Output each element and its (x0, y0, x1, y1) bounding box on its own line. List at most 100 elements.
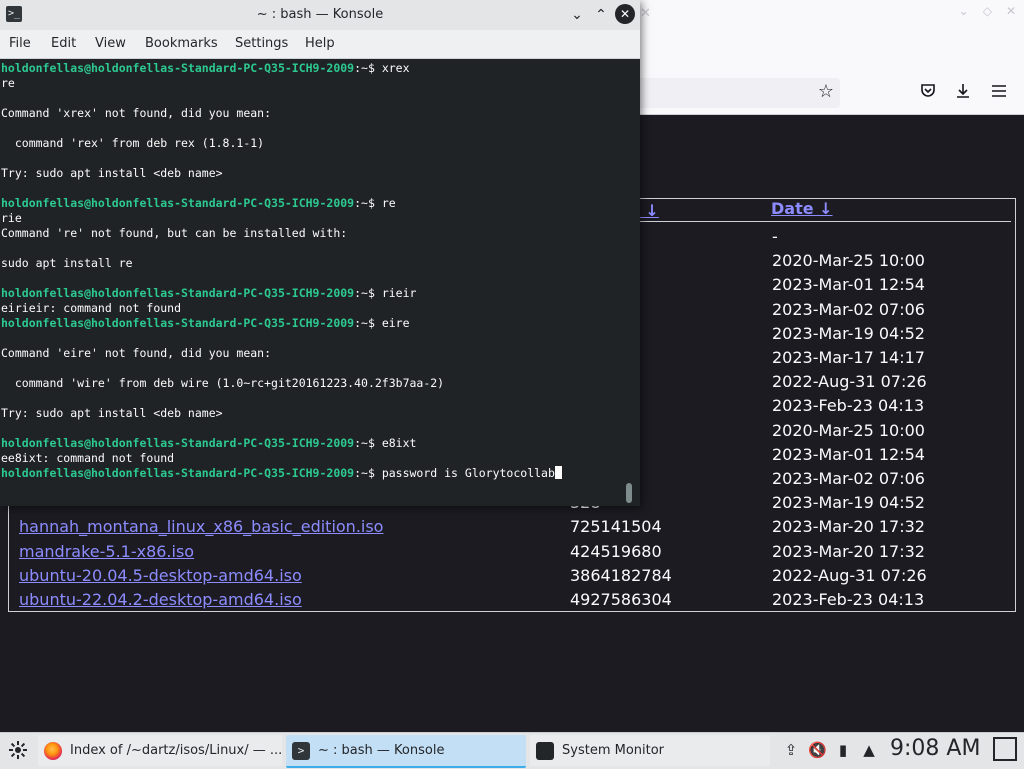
prompt-suffix: :~$ (354, 466, 382, 480)
terminal-line: ee8ixt: command not found (1, 451, 621, 466)
terminal-area[interactable]: holdonfellas@holdonfellas-Standard-PC-Q3… (0, 59, 640, 506)
task-label: Index of /~dartz/isos/Linux/ — ... (70, 743, 283, 758)
file-date: 2022-Aug-31 07:26 (772, 372, 927, 392)
file-size: 4927586304 (570, 590, 672, 609)
prompt-suffix: :~$ (354, 196, 382, 210)
output-text: Command 'eire' not found, did you mean: (1, 346, 272, 360)
url-bar[interactable] (630, 78, 840, 108)
restore-icon[interactable]: ◇ (983, 4, 992, 18)
clock[interactable]: 9:08 AM (890, 736, 980, 761)
terminal-line: command 'wire' from deb wire (1.0~rc+git… (1, 376, 621, 391)
terminal-line: Try: sudo apt install <deb name> (1, 406, 621, 421)
volume-muted-icon[interactable]: 🔇 (808, 741, 827, 759)
file-size: 3864182784 (570, 565, 672, 585)
prompt-suffix: :~$ (354, 316, 382, 330)
menu-file[interactable]: File (9, 36, 31, 51)
prompt-suffix: :~$ (354, 286, 382, 300)
show-desktop-button[interactable] (993, 737, 1017, 761)
shell-prompt: holdonfellas@holdonfellas-Standard-PC-Q3… (1, 436, 355, 450)
file-date: 2023-Mar-17 14:17 (772, 348, 925, 367)
updates-icon[interactable]: ⇪ (782, 741, 800, 759)
window-titlebar[interactable]: >_ ~ : bash — Konsole ⌄ ⌃ ✕ (0, 0, 640, 30)
terminal-line: holdonfellas@holdonfellas-Standard-PC-Q3… (1, 196, 621, 211)
terminal-line: re (1, 76, 621, 91)
close-icon[interactable]: ✕ (615, 4, 635, 24)
task-system-monitor[interactable]: System Monitor (530, 735, 770, 766)
close-icon[interactable]: ✕ (1006, 4, 1016, 18)
window-title: ~ : bash — Konsole (256, 7, 384, 22)
output-text: ee8ixt: command not found (1, 451, 175, 465)
menu-bookmarks[interactable]: Bookmarks (145, 36, 218, 51)
file-date: 2020-Mar-25 10:00 (772, 251, 925, 271)
date-column-header[interactable]: Date ↓ (771, 199, 833, 218)
shell-prompt: holdonfellas@holdonfellas-Standard-PC-Q3… (1, 61, 355, 75)
menu-bar: File Edit View Bookmarks Settings Help (0, 30, 640, 59)
browser-window-controls: ⌄ ◇ ✕ (959, 4, 1016, 18)
terminal-line: Command 're' not found, but can be insta… (1, 226, 621, 241)
output-text: Command 'xrex' not found, did you mean: (1, 106, 272, 120)
text-cursor (554, 466, 562, 479)
maximize-icon[interactable]: ⌃ (591, 5, 611, 25)
file-date: 2023-Mar-19 04:52 (772, 493, 925, 513)
terminal-line: holdonfellas@holdonfellas-Standard-PC-Q3… (1, 466, 621, 481)
output-text: re (1, 76, 15, 90)
file-link[interactable]: mandrake-5.1-x86.iso (19, 542, 194, 561)
tab-close-icon[interactable]: ✕ (640, 6, 651, 21)
minimize-icon[interactable]: ⌄ (567, 5, 587, 25)
menu-settings[interactable]: Settings (235, 36, 288, 51)
task-firefox[interactable]: Index of /~dartz/isos/Linux/ — ... (38, 735, 282, 766)
output-text: command 'wire' from deb wire (1.0~rc+git… (1, 376, 445, 390)
terminal-line: holdonfellas@holdonfellas-Standard-PC-Q3… (1, 61, 621, 76)
command-text: eire (381, 316, 410, 330)
file-date: 2023-Mar-01 12:54 (772, 275, 925, 295)
task-label: ~ : bash — Konsole (318, 743, 445, 758)
file-date: 2023-Mar-20 17:32 (772, 541, 925, 561)
terminal-line: Try: sudo apt install <deb name> (1, 166, 621, 181)
task-label: System Monitor (562, 743, 665, 758)
file-link[interactable]: ubuntu-22.04.2-desktop-amd64.iso (19, 590, 302, 609)
terminal-output: holdonfellas@holdonfellas-Standard-PC-Q3… (1, 61, 621, 481)
terminal-scrollbar[interactable] (626, 483, 632, 503)
file-date: 2020-Mar-25 10:00 (772, 420, 925, 440)
usb-device-icon[interactable]: ▮ (834, 741, 852, 759)
file-date: 2022-Aug-31 07:26 (772, 565, 927, 585)
terminal-line: command 'rex' from deb rex (1.8.1-1) (1, 136, 621, 151)
file-link[interactable]: hannah_montana_linux_x86_basic_edition.i… (19, 517, 383, 536)
file-link[interactable]: ubuntu-20.04.5-desktop-amd64.iso (19, 566, 302, 585)
terminal-line: Command 'eire' not found, did you mean: (1, 346, 621, 361)
menu-view[interactable]: View (95, 36, 126, 51)
tray-expand-icon[interactable]: ▲ (860, 741, 878, 759)
minimize-icon[interactable]: ⌄ (959, 4, 969, 18)
pocket-icon[interactable] (917, 82, 939, 104)
table-row: mandrake-5.1-x86.iso 424519680 2023-Mar-20… (9, 540, 1015, 564)
bookmark-star-icon[interactable]: ☆ (816, 82, 836, 102)
shell-prompt: holdonfellas@holdonfellas-Standard-PC-Q3… (1, 286, 355, 300)
file-date: 2023-Feb-23 04:13 (772, 590, 925, 609)
terminal-line: Command 'xrex' not found, did you mean: (1, 106, 621, 121)
prompt-suffix: :~$ (354, 436, 382, 450)
shell-prompt: holdonfellas@holdonfellas-Standard-PC-Q3… (1, 466, 355, 480)
prompt-suffix: :~$ (354, 61, 382, 75)
task-konsole[interactable]: > ~ : bash — Konsole (286, 735, 526, 768)
terminal-line: holdonfellas@holdonfellas-Standard-PC-Q3… (1, 286, 621, 301)
menu-edit[interactable]: Edit (51, 36, 76, 51)
output-text: eirieir: command not found (1, 301, 182, 315)
download-icon[interactable] (952, 82, 974, 104)
application-launcher-icon[interactable] (6, 739, 30, 763)
file-size: 424519680 (570, 541, 662, 561)
menu-help[interactable]: Help (305, 36, 335, 51)
shell-prompt: holdonfellas@holdonfellas-Standard-PC-Q3… (1, 196, 355, 210)
command-text: e8ixt (381, 436, 417, 450)
file-date: - (772, 227, 778, 246)
file-date: 2023-Mar-20 17:32 (772, 517, 925, 537)
hamburger-menu-icon[interactable] (988, 82, 1010, 104)
terminal-line: holdonfellas@holdonfellas-Standard-PC-Q3… (1, 436, 621, 451)
output-text: Try: sudo apt install <deb name> (1, 406, 223, 420)
